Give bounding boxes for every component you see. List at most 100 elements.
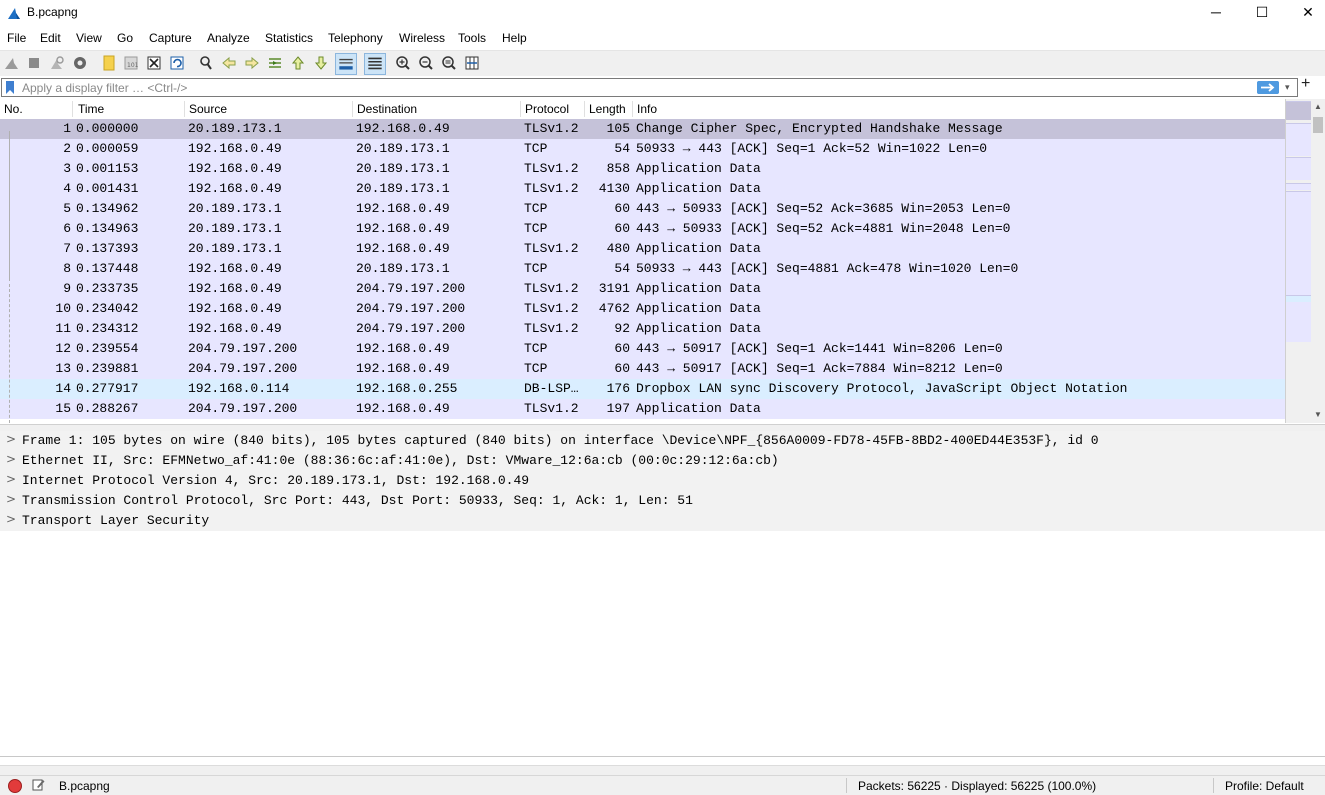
restart-capture-icon[interactable]	[48, 54, 66, 72]
resize-columns-icon[interactable]	[463, 54, 481, 72]
column-header-protocol[interactable]: Protocol	[525, 102, 569, 116]
packet-row[interactable]: 15 0.288267 204.79.197.200 192.168.0.49 …	[0, 399, 1285, 419]
maximize-button[interactable]: ☐	[1239, 0, 1285, 26]
bookmark-icon[interactable]	[5, 81, 15, 94]
stop-capture-icon[interactable]	[25, 54, 43, 72]
menu-help[interactable]: Help	[502, 31, 527, 45]
packet-row[interactable]: 11 0.234312 192.168.0.49 204.79.197.200 …	[0, 319, 1285, 339]
status-profile[interactable]: Profile: Default	[1225, 779, 1304, 793]
packet-row[interactable]: 13 0.239881 204.79.197.200 192.168.0.49 …	[0, 359, 1285, 379]
packet-row[interactable]: 6 0.134963 20.189.173.1 192.168.0.49 TCP…	[0, 219, 1285, 239]
menu-tools[interactable]: Tools	[458, 31, 486, 45]
expert-info-icon[interactable]	[8, 779, 22, 793]
filter-bar: ▾ +	[0, 75, 1325, 98]
scroll-up-icon[interactable]: ▲	[1314, 102, 1322, 111]
packet-row[interactable]: 10 0.234042 192.168.0.49 204.79.197.200 …	[0, 299, 1285, 319]
packet-row[interactable]: 5 0.134962 20.189.173.1 192.168.0.49 TCP…	[0, 199, 1285, 219]
column-divider[interactable]	[72, 101, 73, 117]
menu-statistics[interactable]: Statistics	[265, 31, 313, 45]
column-header-length[interactable]: Length	[589, 102, 626, 116]
expand-chevron-icon[interactable]: >	[6, 452, 16, 466]
detail-row-tls[interactable]: > Transport Layer Security	[0, 511, 1325, 531]
packet-length: 60	[614, 341, 630, 356]
packet-row[interactable]: 8 0.137448 192.168.0.49 20.189.173.1 TCP…	[0, 259, 1285, 279]
minimize-button[interactable]: ─	[1193, 0, 1239, 26]
expand-chevron-icon[interactable]: >	[6, 492, 16, 506]
expand-chevron-icon[interactable]: >	[6, 472, 16, 486]
column-divider[interactable]	[520, 101, 521, 117]
packet-source: 192.168.0.49	[188, 281, 282, 296]
menu-analyze[interactable]: Analyze	[207, 31, 250, 45]
packet-row[interactable]: 14 0.277917 192.168.0.114 192.168.0.255 …	[0, 379, 1285, 399]
packet-protocol: TCP	[524, 261, 548, 276]
go-last-icon[interactable]	[312, 54, 330, 72]
reload-file-icon[interactable]	[168, 54, 186, 72]
packet-source: 192.168.0.49	[188, 261, 282, 276]
autoscroll-icon[interactable]	[335, 53, 357, 75]
go-first-icon[interactable]	[289, 54, 307, 72]
capture-options-icon[interactable]	[71, 54, 89, 72]
packet-row[interactable]: 9 0.233735 192.168.0.49 204.79.197.200 T…	[0, 279, 1285, 299]
open-file-icon[interactable]	[100, 54, 118, 72]
column-divider[interactable]	[352, 101, 353, 117]
display-filter-input[interactable]	[22, 79, 1247, 96]
packet-list-scrollbar[interactable]: ▲ ▼	[1311, 99, 1325, 423]
column-header-time[interactable]: Time	[78, 102, 104, 116]
packet-list: No. Time Source Destination Protocol Len…	[0, 99, 1325, 423]
close-file-icon[interactable]	[145, 54, 163, 72]
scrollbar-thumb[interactable]	[1313, 117, 1323, 133]
colorize-icon[interactable]	[364, 53, 386, 75]
detail-row-frame[interactable]: > Frame 1: 105 bytes on wire (840 bits),…	[0, 431, 1325, 451]
capture-comment-icon[interactable]	[32, 778, 45, 791]
column-header-info[interactable]: Info	[637, 102, 657, 116]
zoom-in-icon[interactable]	[394, 54, 412, 72]
detail-row-ethernet[interactable]: > Ethernet II, Src: EFMNetwo_af:41:0e (8…	[0, 451, 1325, 471]
menu-capture[interactable]: Capture	[149, 31, 192, 45]
column-header-no[interactable]: No.	[4, 102, 23, 116]
packet-destination: 192.168.0.49	[356, 361, 450, 376]
zoom-normal-icon[interactable]	[440, 54, 458, 72]
find-packet-icon[interactable]	[197, 54, 215, 72]
minimap-band	[1286, 157, 1312, 180]
packet-row[interactable]: 2 0.000059 192.168.0.49 20.189.173.1 TCP…	[0, 139, 1285, 159]
minimap-band	[1286, 295, 1312, 302]
packet-row[interactable]: 3 0.001153 192.168.0.49 20.189.173.1 TLS…	[0, 159, 1285, 179]
save-file-icon[interactable]: 101	[122, 54, 140, 72]
column-header-destination[interactable]: Destination	[357, 102, 417, 116]
go-to-packet-icon[interactable]	[266, 54, 284, 72]
menu-edit[interactable]: Edit	[40, 31, 61, 45]
column-divider[interactable]	[632, 101, 633, 117]
packet-row-selected[interactable]: 1 0.000000 20.189.173.1 192.168.0.49 TLS…	[0, 119, 1285, 139]
go-forward-icon[interactable]	[243, 54, 261, 72]
menu-go[interactable]: Go	[117, 31, 133, 45]
zoom-out-icon[interactable]	[417, 54, 435, 72]
column-divider[interactable]	[184, 101, 185, 117]
menu-file[interactable]: File	[7, 31, 26, 45]
packet-row[interactable]: 7 0.137393 20.189.173.1 192.168.0.49 TLS…	[0, 239, 1285, 259]
packet-row[interactable]: 12 0.239554 204.79.197.200 192.168.0.49 …	[0, 339, 1285, 359]
apply-filter-icon[interactable]	[1257, 81, 1279, 94]
go-back-icon[interactable]	[220, 54, 238, 72]
packet-protocol: TLSv1.2	[524, 181, 579, 196]
detail-row-tcp[interactable]: > Transmission Control Protocol, Src Por…	[0, 491, 1325, 511]
packet-row[interactable]: 4 0.001431 192.168.0.49 20.189.173.1 TLS…	[0, 179, 1285, 199]
menu-telephony[interactable]: Telephony	[328, 31, 383, 45]
filter-dropdown-button[interactable]: ▾	[1285, 82, 1290, 93]
menu-wireless[interactable]: Wireless	[399, 31, 445, 45]
packet-protocol: DB-LSP…	[524, 381, 579, 396]
packet-time: 0.277917	[76, 381, 139, 396]
expand-chevron-icon[interactable]: >	[6, 512, 16, 526]
close-button[interactable]: ✕	[1285, 0, 1325, 26]
packet-destination: 204.79.197.200	[356, 301, 466, 316]
add-filter-button[interactable]: +	[1301, 75, 1310, 93]
detail-row-ipv4[interactable]: > Internet Protocol Version 4, Src: 20.1…	[0, 471, 1325, 491]
horizontal-scrollbar[interactable]	[0, 765, 1325, 775]
column-header-source[interactable]: Source	[189, 102, 227, 116]
start-capture-icon[interactable]	[3, 54, 21, 72]
packet-list-header: No. Time Source Destination Protocol Len…	[0, 99, 1285, 120]
column-divider[interactable]	[584, 101, 585, 117]
scroll-down-icon[interactable]: ▼	[1314, 410, 1322, 419]
expand-chevron-icon[interactable]: >	[6, 432, 16, 446]
menu-view[interactable]: View	[76, 31, 102, 45]
status-separator	[846, 778, 847, 793]
